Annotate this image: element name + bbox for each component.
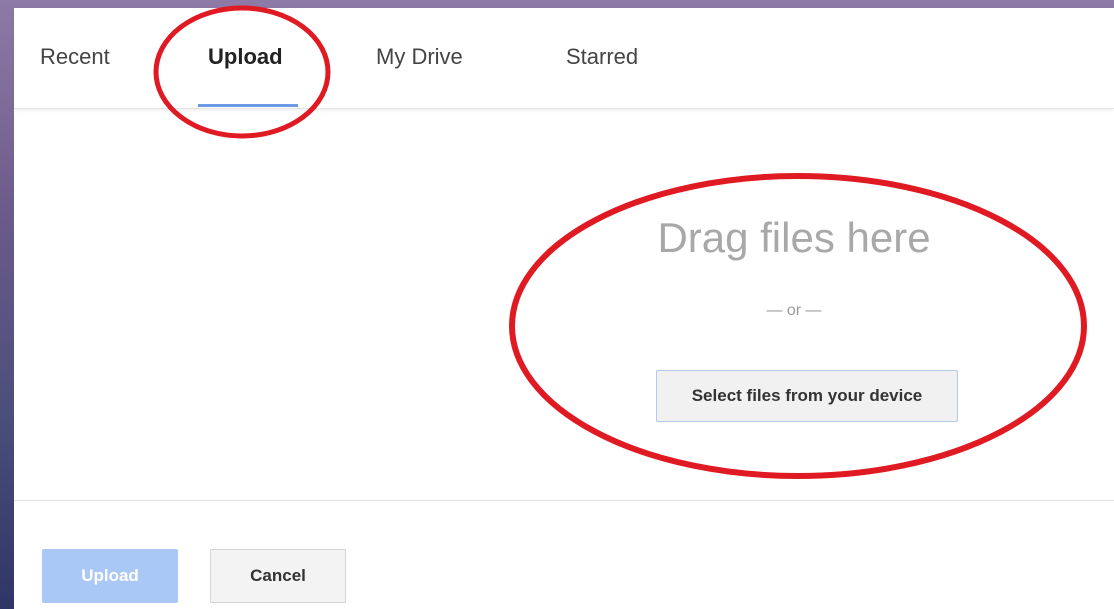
- file-drop-zone[interactable]: Drag files here — or — Select files from…: [554, 128, 1034, 468]
- tab-bar: Recent Upload My Drive Starred: [14, 8, 1114, 109]
- tab-my-drive[interactable]: My Drive: [376, 44, 463, 70]
- cancel-button[interactable]: Cancel: [210, 549, 346, 603]
- active-tab-indicator: [198, 104, 298, 107]
- tab-starred[interactable]: Starred: [566, 44, 638, 70]
- drag-files-heading: Drag files here: [657, 214, 931, 261]
- upload-button[interactable]: Upload: [42, 549, 178, 603]
- tab-recent[interactable]: Recent: [40, 44, 110, 70]
- tab-upload[interactable]: Upload: [208, 44, 283, 70]
- upload-dialog: Recent Upload My Drive Starred Drag file…: [14, 8, 1114, 609]
- dialog-footer: Upload Cancel: [14, 500, 1114, 609]
- select-files-button[interactable]: Select files from your device: [656, 370, 958, 422]
- or-separator: — or —: [766, 302, 822, 319]
